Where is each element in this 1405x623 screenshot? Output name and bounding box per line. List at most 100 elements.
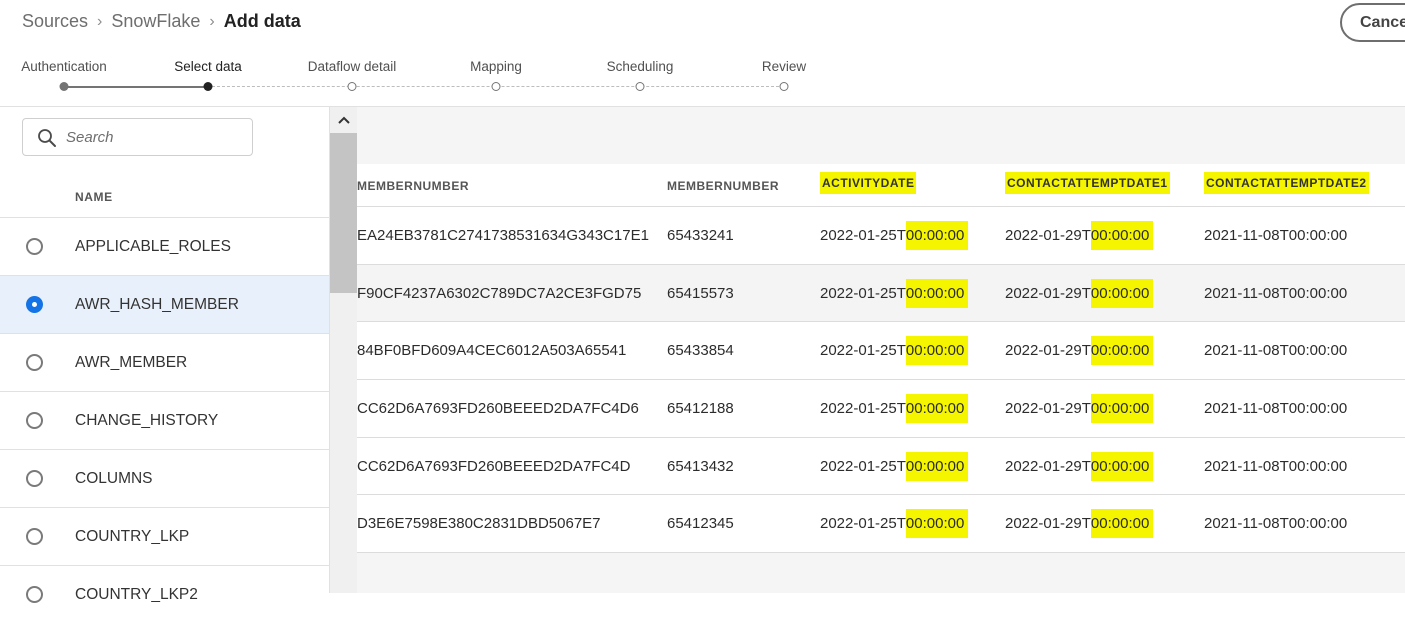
column-header-highlighted: ACTIVITYDATE — [820, 172, 917, 194]
cell-activity-date: 2022-01-25T00:00:00 — [820, 221, 969, 250]
step-dot-mapping — [491, 82, 501, 91]
cell-hash: EA24EB3781C2741738531634G343C17E1 — [357, 227, 649, 244]
cell-contact-date-1: 2022-01-29T00:00:00 — [1005, 278, 1154, 308]
list-scrollbar[interactable] — [330, 107, 357, 593]
time-part-highlighted: 00:00:00 — [905, 278, 969, 308]
table-list: APPLICABLE_ROLES AWR_HASH_MEMBER AWR_MEM… — [0, 217, 329, 623]
list-item-label: APPLICABLE_ROLES — [75, 237, 231, 255]
date-part: 2022-01-29T — [1005, 515, 1091, 533]
radio-button[interactable] — [26, 354, 43, 371]
list-item-label: CHANGE_HISTORY — [75, 411, 219, 429]
date-part: 2022-01-25T — [820, 284, 906, 302]
column-header: MEMBERNUMBER — [357, 179, 469, 193]
table-row: F90CF4237A6302C789DC7A2CE3FGD75 65415573… — [357, 264, 1405, 323]
cell-member: 65412345 — [667, 515, 734, 533]
step-dot-authentication — [59, 82, 69, 91]
table-row: 84BF0BFD609A4CEC6012A503A65541 65433854 … — [357, 322, 1405, 381]
page-title: Add data — [223, 11, 301, 31]
step-line-complete — [68, 86, 204, 88]
search-input[interactable] — [66, 123, 246, 151]
cell-activity-date: 2022-01-25T00:00:00 — [820, 394, 969, 424]
name-column-header: NAME — [75, 190, 113, 204]
table-row: D3E6E7598E380C2831DBD5067E7 65412345 202… — [357, 495, 1405, 554]
time-part-highlighted: 00:00:00 — [1090, 336, 1154, 366]
table-row: CC62D6A7693FD260BEEED2DA7FC4D 65413432 2… — [357, 437, 1405, 496]
list-item[interactable]: AWR_MEMBER — [0, 333, 329, 391]
list-item[interactable]: APPLICABLE_ROLES — [0, 217, 329, 275]
cell-contact-date-2: 2021-11-08T00:00:00 — [1204, 515, 1348, 533]
cell-contact-date-2: 2021-11-08T00:00:00 — [1204, 227, 1348, 244]
cell-member: 65433854 — [667, 342, 734, 360]
cell-member: 65413432 — [667, 457, 734, 475]
step-label-dataflow-detail: Dataflow detail — [307, 59, 397, 74]
chevron-right-icon: › — [97, 12, 103, 30]
radio-button[interactable] — [26, 470, 43, 487]
breadcrumb-item-sources[interactable]: Sources — [22, 11, 88, 32]
chevron-right-icon: › — [209, 12, 215, 30]
list-item-label: COUNTRY_LKP2 — [75, 585, 198, 603]
cell-contact-date-2: 2021-11-08T00:00:00 — [1204, 284, 1348, 302]
cell-hash: CC62D6A7693FD260BEEED2DA7FC4D6 — [357, 400, 639, 418]
list-item[interactable]: COUNTRY_LKP — [0, 507, 329, 565]
radio-button[interactable] — [26, 412, 43, 429]
date-part: 2022-01-25T — [820, 342, 906, 360]
chevron-up-icon[interactable] — [330, 107, 357, 133]
date-part: 2022-01-29T — [1005, 227, 1091, 244]
step-dot-scheduling — [635, 82, 645, 91]
cell-member: 65433241 — [667, 227, 734, 244]
progress-steps: Authentication Select data Dataflow deta… — [0, 57, 900, 97]
cell-activity-date: 2022-01-25T00:00:00 — [820, 451, 969, 481]
date-part: 2022-01-29T — [1005, 400, 1091, 418]
cell-contact-date-2: 2021-11-08T00:00:00 — [1204, 457, 1348, 475]
step-dot-select-data — [203, 82, 213, 91]
list-item[interactable]: CHANGE_HISTORY — [0, 391, 329, 449]
breadcrumb-item-snowflake[interactable]: SnowFlake — [111, 11, 200, 32]
date-part: 2022-01-29T — [1005, 457, 1091, 475]
cell-contact-date-1: 2022-01-29T00:00:00 — [1005, 221, 1154, 250]
search-field[interactable] — [22, 118, 253, 156]
data-preview-table: MEMBERNUMBER MEMBERNUMBER ACTIVITYDATE C… — [357, 164, 1405, 554]
step-label-mapping: Mapping — [470, 59, 522, 74]
cell-activity-date: 2022-01-25T00:00:00 — [820, 509, 969, 539]
time-part-highlighted: 00:00:00 — [1090, 451, 1154, 481]
cell-contact-date-1: 2022-01-29T00:00:00 — [1005, 394, 1154, 424]
cell-member: 65415573 — [667, 284, 734, 302]
time-part-highlighted: 00:00:00 — [905, 336, 969, 366]
column-header-highlighted: CONTACTATTEMPTDATE1 — [1005, 172, 1170, 194]
time-part-highlighted: 00:00:00 — [1090, 394, 1154, 424]
cell-hash: F90CF4237A6302C789DC7A2CE3FGD75 — [357, 284, 642, 302]
radio-button[interactable] — [26, 586, 43, 603]
date-part: 2022-01-29T — [1005, 342, 1091, 360]
table-list-panel: NAME APPLICABLE_ROLES AWR_HASH_MEMBER AW… — [0, 107, 330, 603]
date-part: 2022-01-25T — [820, 400, 906, 418]
time-part-highlighted: 00:00:00 — [905, 394, 969, 424]
date-part: 2022-01-25T — [820, 227, 906, 244]
time-part-highlighted: 00:00:00 — [905, 509, 969, 539]
data-preview-panel: MEMBERNUMBER MEMBERNUMBER ACTIVITYDATE C… — [357, 107, 1405, 593]
cell-contact-date-1: 2022-01-29T00:00:00 — [1005, 451, 1154, 481]
list-item-label: COLUMNS — [75, 469, 153, 487]
column-header: MEMBERNUMBER — [667, 179, 779, 193]
list-item[interactable]: COLUMNS — [0, 449, 329, 507]
date-part: 2022-01-25T — [820, 457, 906, 475]
radio-button[interactable] — [26, 238, 43, 255]
cell-contact-date-1: 2022-01-29T00:00:00 — [1005, 509, 1154, 539]
time-part-highlighted: 00:00:00 — [1090, 509, 1154, 539]
cancel-button[interactable]: Cancel — [1340, 3, 1405, 42]
scroll-thumb[interactable] — [330, 133, 357, 293]
radio-button[interactable] — [26, 528, 43, 545]
list-item-label: AWR_MEMBER — [75, 353, 188, 371]
step-dot-review — [779, 82, 789, 91]
table-row: EA24EB3781C2741738531634G343C17E1 654332… — [357, 207, 1405, 265]
table-row: CC62D6A7693FD260BEEED2DA7FC4D6 65412188 … — [357, 380, 1405, 438]
step-label-review: Review — [761, 59, 807, 74]
list-item[interactable]: COUNTRY_LKP2 — [0, 565, 329, 623]
cell-activity-date: 2022-01-25T00:00:00 — [820, 336, 969, 366]
time-part-highlighted: 00:00:00 — [1090, 221, 1154, 250]
date-part: 2022-01-29T — [1005, 284, 1091, 302]
list-item[interactable]: AWR_HASH_MEMBER — [0, 275, 329, 333]
step-label-authentication: Authentication — [21, 59, 107, 74]
radio-button-selected[interactable] — [26, 296, 43, 313]
list-item-label: COUNTRY_LKP — [75, 527, 190, 545]
column-header-highlighted: CONTACTATTEMPTDATE2 — [1204, 172, 1369, 194]
